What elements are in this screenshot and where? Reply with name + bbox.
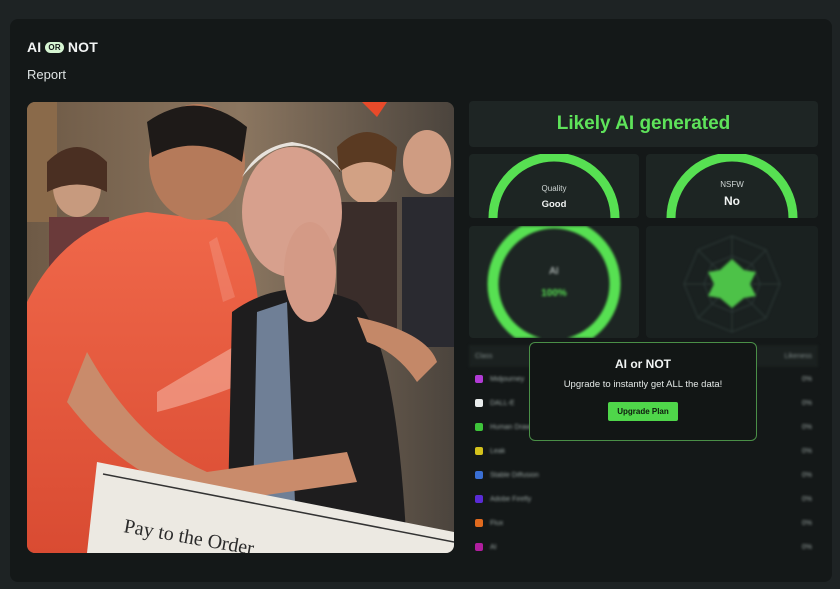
color-swatch-icon: [475, 471, 483, 479]
row-value: 0%: [801, 519, 812, 527]
color-swatch-icon: [475, 375, 483, 383]
logo: AI OR NOT: [27, 39, 98, 55]
page-title: Report: [27, 67, 67, 82]
ai-score-value: 100%: [541, 288, 567, 299]
color-swatch-icon: [475, 423, 483, 431]
nsfw-gauge: NSFW No: [646, 154, 818, 218]
row-name: Midjourney: [490, 375, 525, 383]
color-swatch-icon: [475, 495, 483, 503]
upgrade-plan-button[interactable]: Upgrade Plan: [608, 402, 678, 421]
color-swatch-icon: [475, 543, 483, 551]
nsfw-label: NSFW: [720, 180, 744, 189]
verdict-banner: Likely AI generated: [469, 101, 818, 147]
table-row: Leak 0%: [469, 439, 818, 463]
upgrade-popup: AI or NOT Upgrade to instantly get ALL t…: [529, 342, 757, 441]
quality-value: Good: [541, 199, 567, 210]
popup-title: AI or NOT: [615, 357, 671, 371]
row-value: 0%: [801, 447, 812, 455]
report-card: AI OR NOT Report Pay to the Order Likely…: [10, 19, 832, 582]
logo-ai: AI: [27, 39, 42, 55]
analyzed-image: Pay to the Order: [27, 102, 454, 553]
row-value: 0%: [801, 495, 812, 503]
color-swatch-icon: [475, 447, 483, 455]
row-label-group: Midjourney: [475, 375, 524, 383]
row-name: Leak: [490, 447, 506, 455]
row-label-group: Stable Diffusion: [475, 471, 539, 479]
table-row: Adobe Firefly 0%: [469, 487, 818, 511]
table-row: AI 0%: [469, 535, 818, 559]
popup-message: Upgrade to instantly get ALL the data!: [563, 379, 723, 390]
column-likeness: Likeness: [784, 352, 812, 360]
row-value: 0%: [801, 399, 812, 407]
table-row: Stable Diffusion 0%: [469, 463, 818, 487]
row-value: 0%: [801, 375, 812, 383]
row-label-group: Flux: [475, 519, 503, 527]
ai-score-gauge: AI 100%: [469, 226, 639, 338]
row-label-group: DALL-E: [475, 399, 515, 407]
row-name: Stable Diffusion: [490, 471, 539, 479]
row-name: AI: [490, 543, 497, 551]
row-label-group: Leak: [475, 447, 505, 455]
ai-score-label: AI: [549, 266, 559, 277]
radar-chart: [646, 226, 818, 338]
quality-gauge: Quality Good: [469, 154, 639, 218]
nsfw-value: No: [724, 194, 740, 208]
row-label-group: Human Drawn: [475, 423, 535, 431]
column-class: Class: [475, 352, 493, 360]
row-name: Adobe Firefly: [490, 495, 532, 503]
color-swatch-icon: [475, 399, 483, 407]
logo-not: NOT: [67, 39, 98, 55]
logo-or: OR: [45, 41, 64, 53]
quality-label: Quality: [541, 184, 567, 193]
row-label-group: AI: [475, 543, 497, 551]
color-swatch-icon: [475, 519, 483, 527]
row-name: DALL-E: [490, 399, 515, 407]
row-name: Flux: [490, 519, 504, 527]
row-value: 0%: [801, 543, 812, 551]
row-value: 0%: [801, 423, 812, 431]
row-label-group: Adobe Firefly: [475, 495, 531, 503]
table-row: Flux 0%: [469, 511, 818, 535]
row-value: 0%: [801, 471, 812, 479]
